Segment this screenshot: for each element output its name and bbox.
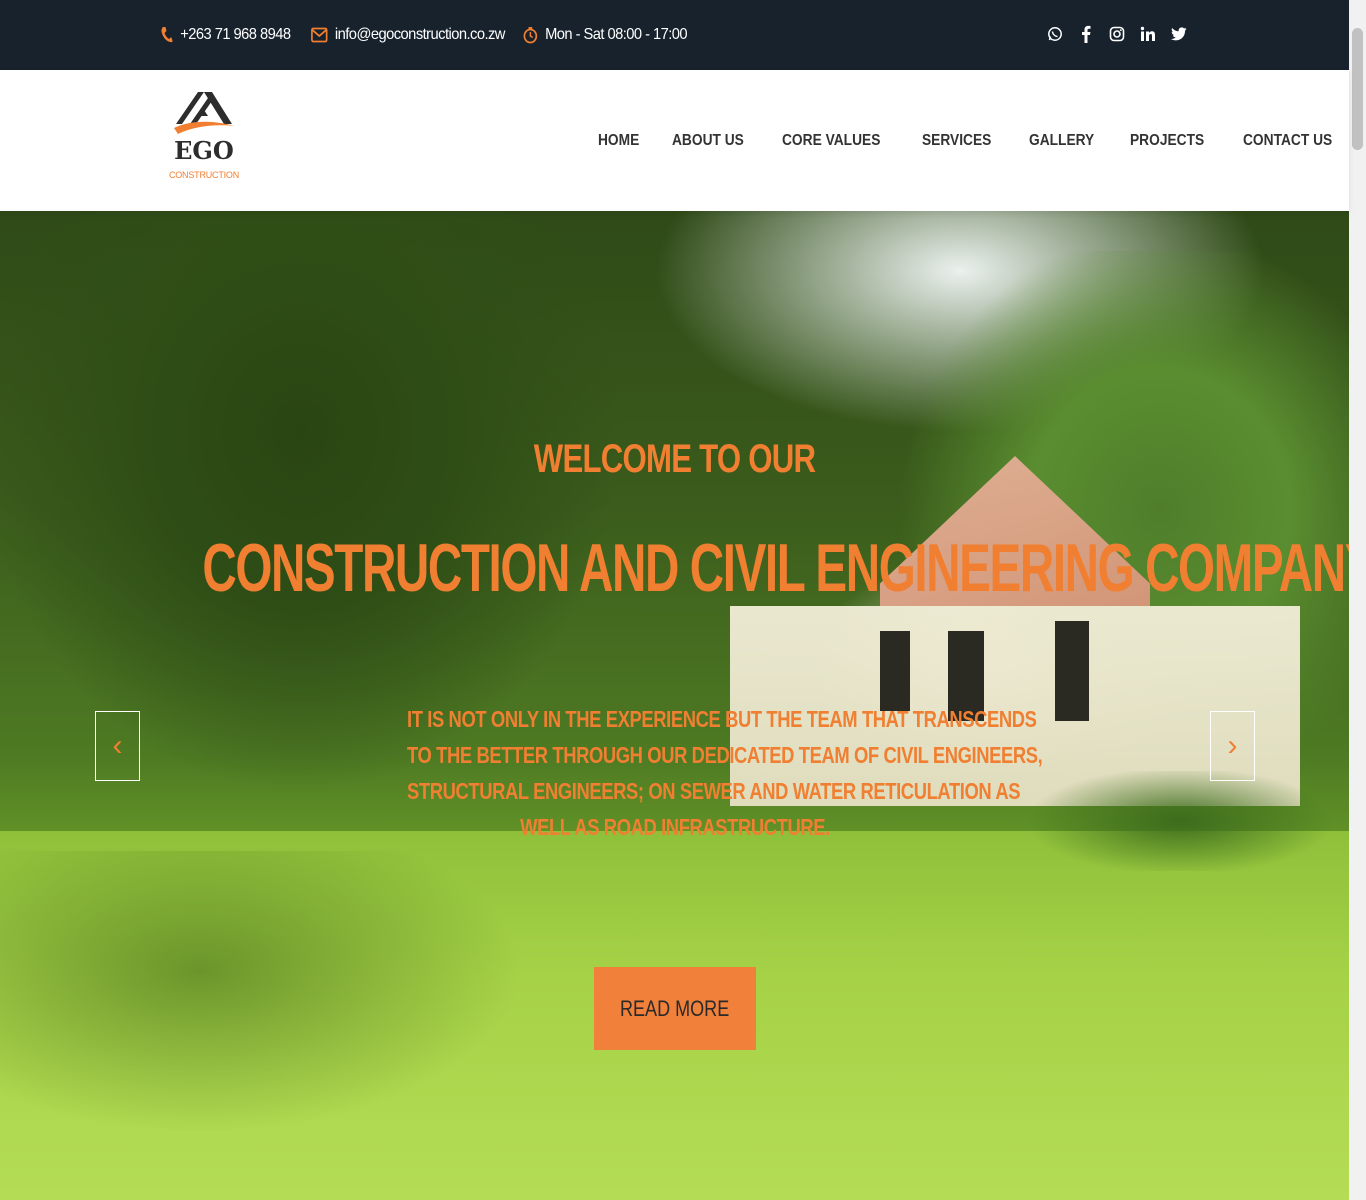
scrollbar-thumb[interactable] bbox=[1352, 28, 1363, 150]
nav-services[interactable]: SERVICES bbox=[922, 132, 991, 150]
chevron-left-icon: ‹ bbox=[112, 729, 123, 762]
read-more-button[interactable]: READ MORE bbox=[594, 967, 756, 1050]
facebook-icon[interactable] bbox=[1075, 23, 1097, 45]
twitter-icon[interactable] bbox=[1168, 23, 1190, 45]
contact-email[interactable]: info@egoconstruction.co.zw bbox=[311, 0, 505, 70]
hero-description: IT IS NOT ONLY IN THE EXPERIENCE BUT THE… bbox=[340, 701, 1043, 845]
nav-gallery[interactable]: GALLERY bbox=[1029, 132, 1094, 150]
hero-welcome: WELCOME TO OUR bbox=[533, 437, 816, 481]
chevron-right-icon: › bbox=[1227, 729, 1238, 762]
email-address: info@egoconstruction.co.zw bbox=[334, 26, 506, 43]
hero-slider: WELCOME TO OUR CONSTRUCTION AND CIVIL EN… bbox=[0, 211, 1349, 1200]
logo-subtext: CONSTRUCTION bbox=[168, 170, 240, 180]
contact-phone[interactable]: +263 71 968 8948 bbox=[160, 0, 291, 70]
contact-hours: Mon - Sat 08:00 - 17:00 bbox=[523, 0, 688, 70]
logo[interactable]: EGO CONSTRUCTION bbox=[168, 88, 240, 184]
slider-next-button[interactable]: › bbox=[1210, 711, 1255, 781]
linkedin-icon[interactable] bbox=[1137, 23, 1159, 45]
hero-description-line: STRUCTURAL ENGINEERS; ON SEWER AND WATER… bbox=[407, 778, 1021, 804]
hero-description-line: TO THE BETTER THROUGH OUR DEDICATED TEAM… bbox=[407, 742, 1043, 768]
page-scrollbar[interactable] bbox=[1349, 0, 1366, 1200]
nav-about-us[interactable]: ABOUT US bbox=[672, 132, 744, 150]
nav-home[interactable]: HOME bbox=[598, 132, 639, 150]
logo-mark-icon bbox=[174, 92, 234, 134]
hero-description-line: WELL AS ROAD INFRASTRUCTURE. bbox=[520, 814, 830, 840]
house-window bbox=[1055, 621, 1089, 721]
business-hours: Mon - Sat 08:00 - 17:00 bbox=[545, 26, 688, 43]
clock-icon bbox=[523, 26, 538, 44]
envelope-icon bbox=[311, 27, 328, 43]
hero-description-line: IT IS NOT ONLY IN THE EXPERIENCE BUT THE… bbox=[407, 706, 1037, 732]
phone-icon bbox=[160, 26, 173, 44]
instagram-icon[interactable] bbox=[1106, 23, 1128, 45]
hero-title: CONSTRUCTION AND CIVIL ENGINEERING COMPA… bbox=[202, 530, 1349, 606]
nav-core-values[interactable]: CORE VALUES bbox=[782, 132, 880, 150]
nav-projects[interactable]: PROJECTS bbox=[1130, 132, 1204, 150]
top-bar: +263 71 968 8948 info@egoconstruction.co… bbox=[0, 0, 1349, 70]
house-window bbox=[880, 631, 910, 711]
slider-prev-button[interactable]: ‹ bbox=[95, 711, 140, 781]
whatsapp-icon[interactable] bbox=[1044, 23, 1066, 45]
phone-number: +263 71 968 8948 bbox=[180, 26, 291, 43]
site-header: EGO CONSTRUCTION HOME ABOUT US CORE VALU… bbox=[0, 70, 1349, 211]
read-more-label: READ MORE bbox=[620, 995, 730, 1021]
hero-background-hedge bbox=[1030, 771, 1349, 871]
nav-contact-us[interactable]: CONTACT US bbox=[1243, 132, 1332, 150]
social-links bbox=[1044, 22, 1199, 46]
main-nav: HOME ABOUT US CORE VALUES SERVICES GALLE… bbox=[598, 70, 1346, 211]
logo-text: EGO bbox=[174, 136, 234, 165]
